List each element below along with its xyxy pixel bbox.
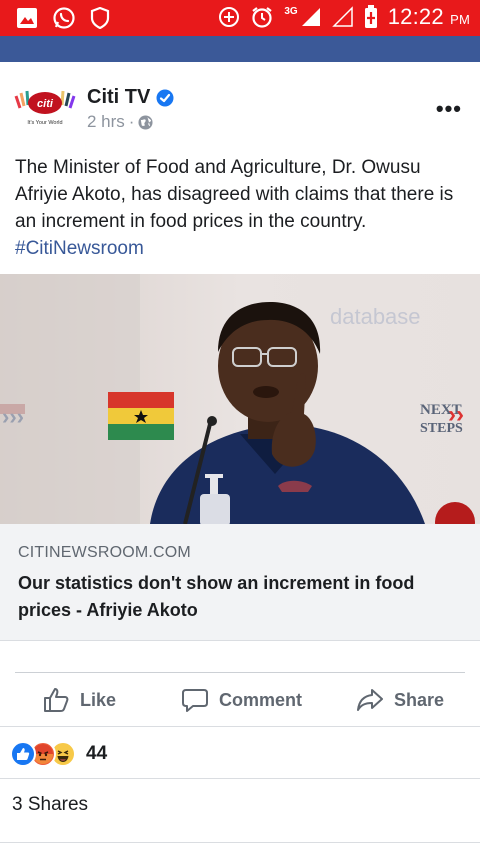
comment-label: Comment xyxy=(219,689,303,710)
avatar-tagline: It's Your World xyxy=(27,120,62,126)
bottom-divider xyxy=(0,842,480,843)
clock-ampm: PM xyxy=(450,12,470,27)
share-label: Share xyxy=(394,689,445,710)
shield-icon xyxy=(90,7,110,29)
post-photo[interactable]: database ››› NEXT STEPS ›› xyxy=(0,274,480,524)
photo-illustration: database ››› NEXT STEPS ›› xyxy=(0,274,480,524)
signal-empty-icon xyxy=(331,6,353,27)
thumbs-up-icon xyxy=(44,688,69,712)
clock-time: 12:22 xyxy=(387,4,444,29)
network-type: 3G xyxy=(284,5,298,17)
shares-divider xyxy=(0,778,480,779)
hashtag-link[interactable]: #CitiNewsroom xyxy=(15,238,144,259)
link-title[interactable]: Our statistics don't show an increment i… xyxy=(18,570,468,624)
shares-count[interactable]: 3 Shares xyxy=(12,794,88,816)
citi-logo-icon: citi It's Your World xyxy=(14,90,76,126)
status-bar: 3G 12:22 PM xyxy=(0,0,480,36)
link-preview[interactable]: CITINEWSROOM.COM Our statistics don't sh… xyxy=(0,524,480,641)
post-body: The Minister of Food and Agriculture, Dr… xyxy=(15,157,454,232)
gallery-icon xyxy=(17,8,37,28)
reactions-divider xyxy=(0,726,480,727)
reactions-summary[interactable]: 44 xyxy=(10,738,107,770)
like-button[interactable]: Like xyxy=(42,686,116,714)
link-domain: CITINEWSROOM.COM xyxy=(18,544,191,561)
share-arrow-icon xyxy=(357,689,383,711)
whatsapp-icon xyxy=(53,7,75,29)
banner-chevron-icon: ›› xyxy=(448,401,464,428)
alarm-icon xyxy=(252,7,273,28)
clock: 12:22 PM xyxy=(388,4,470,30)
like-label: Like xyxy=(80,689,117,710)
meta-separator: · xyxy=(128,112,135,131)
avatar[interactable]: citi It's Your World xyxy=(14,88,76,130)
verified-badge-icon xyxy=(156,89,174,106)
comment-button[interactable]: Comment xyxy=(181,686,302,714)
post-meta: 2 hrs · xyxy=(87,112,153,132)
like-reaction-icon xyxy=(10,741,36,767)
data-saver-icon xyxy=(219,7,240,27)
more-options-icon[interactable]: ••• xyxy=(436,96,462,122)
photo-backdrop-text: database xyxy=(330,304,421,329)
actions-divider-top xyxy=(15,672,465,673)
page-name-text[interactable]: Citi TV xyxy=(87,86,150,109)
avatar-logo-text: citi xyxy=(37,98,54,110)
share-button[interactable]: Share xyxy=(356,686,444,714)
timestamp[interactable]: 2 hrs xyxy=(87,112,125,132)
status-icons-right: 3G 12:22 PM xyxy=(218,4,470,30)
app-bar xyxy=(0,36,480,62)
battery-charging-icon xyxy=(364,5,377,28)
signal-icon xyxy=(301,8,320,26)
reaction-count: 44 xyxy=(86,743,108,764)
action-bar: Like Comment Share xyxy=(0,674,480,724)
comment-icon xyxy=(182,689,208,712)
chevron-left-icon: ››› xyxy=(2,404,24,429)
globe-icon xyxy=(138,114,153,130)
page-name[interactable]: Citi TV xyxy=(87,86,174,109)
ghana-flag-icon xyxy=(108,392,174,440)
status-icons-left xyxy=(16,6,110,30)
post-card: citi It's Your World Citi TV 2 hrs · •••… xyxy=(0,62,480,854)
post-header: citi It's Your World Citi TV 2 hrs · ••• xyxy=(0,76,480,136)
post-text: The Minister of Food and Agriculture, Dr… xyxy=(15,154,470,262)
